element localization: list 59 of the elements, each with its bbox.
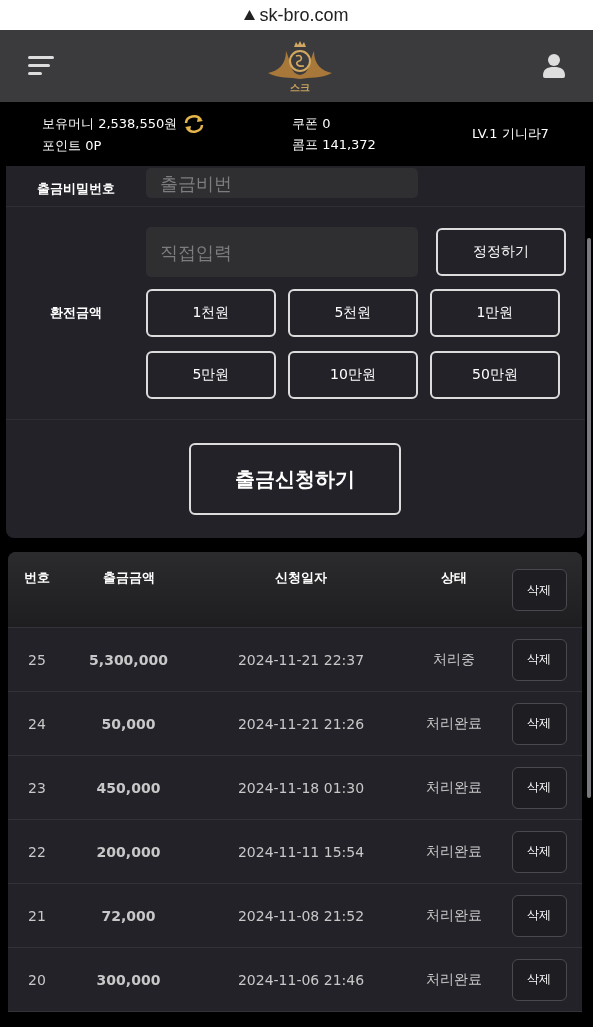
amount-button[interactable]: 1천원 [146,289,276,337]
date-cell-text: 2024-11-21 21:26 [236,715,366,732]
date-cell-text: 2024-11-11 15:54 [236,843,366,860]
withdraw-request-button[interactable]: 출금신청하기 [189,443,401,515]
scrollbar[interactable] [587,238,591,798]
status-cell-text: 처리완료 [424,778,483,797]
number-cell-text: 22 [27,843,47,860]
amount-label: 환전금액 [49,304,103,322]
comp-text: 콤프 141,372 [292,135,377,154]
column-header: 상태 [439,569,468,587]
delete-button[interactable]: 삭제 [511,638,567,681]
logo-text: 스크 [289,83,310,93]
date-cell-text: 2024-11-21 22:37 [236,651,366,668]
date-cell-text: 2024-11-08 21:52 [236,907,366,924]
number-cell-text: 21 [27,907,47,924]
number-cell-text: 20 [27,971,47,988]
delete-button[interactable]: 삭제 [511,894,567,937]
amount-cell-text: 200,000 [95,843,162,860]
reset-button[interactable]: 정정하기 [436,228,566,276]
column-header: 신청일자 [274,569,328,587]
amount-button[interactable]: 10만원 [288,351,418,399]
coupon-text: 쿠폰 0 [292,114,332,133]
date-cell-text: 2024-11-18 01:30 [236,779,366,796]
password-field[interactable]: 출금비번 [146,168,418,198]
number-cell-text: 23 [27,779,47,796]
menu-icon[interactable] [28,55,56,77]
number-cell-text: 24 [27,715,47,732]
amount-cell-text: 50,000 [100,715,157,732]
delete-button[interactable]: 삭제 [511,702,567,745]
money-balance: 보유머니 2,538,550원 [42,114,178,133]
amount-button[interactable]: 5천원 [288,289,418,337]
delete-button[interactable]: 삭제 [511,569,567,611]
refresh-icon[interactable] [183,113,206,134]
status-cell-text: 처리완료 [424,906,483,925]
amount-field[interactable]: 직접입력 [146,227,418,277]
url-text[interactable]: sk-bro.com [259,4,349,26]
status-cell-text: 처리완료 [424,842,483,861]
column-header: 출금금액 [101,569,156,587]
delete-button[interactable]: 삭제 [511,766,567,809]
amount-cell-text: 300,000 [95,971,162,988]
delete-button[interactable]: 삭제 [511,958,567,1001]
amount-cell-text: 72,000 [100,907,157,924]
user-icon[interactable] [543,54,565,78]
number-cell-text: 25 [27,651,47,668]
password-label: 출금비밀번호 [36,180,116,198]
level-text: LV.1 기니라7 [472,125,550,143]
points-text: 포인트 0P [42,136,103,155]
warning-icon [244,10,256,20]
column-header: 번호 [23,569,51,587]
delete-button[interactable]: 삭제 [511,830,567,873]
amount-button[interactable]: 1만원 [430,289,560,337]
status-cell-text: 처리완료 [424,714,483,733]
amount-button[interactable]: 5만원 [146,351,276,399]
date-cell-text: 2024-11-06 21:46 [236,971,366,988]
amount-cell-text: 5,300,000 [88,651,169,668]
amount-button[interactable]: 50만원 [430,351,560,399]
amount-cell-text: 450,000 [95,779,162,796]
status-cell-text: 처리완료 [424,970,483,989]
status-cell-text: 처리중 [431,650,476,669]
